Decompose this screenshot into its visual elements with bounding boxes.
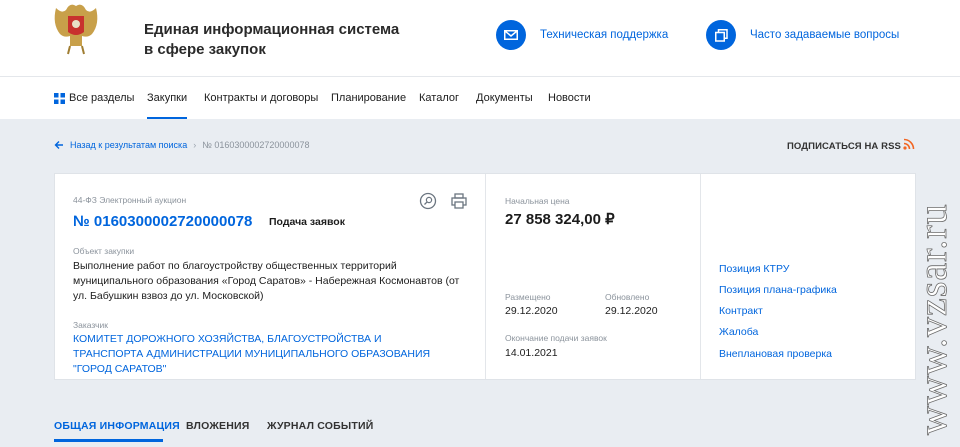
support-link[interactable]: Техническая поддержка xyxy=(496,20,668,50)
site-title[interactable]: Единая информационная система в сфере за… xyxy=(144,20,399,60)
site-watermark: www.vzsar.ru xyxy=(910,203,955,435)
main-nav: Все разделы Закупки Контракты и договоры… xyxy=(0,76,960,119)
rss-subscribe-link[interactable]: ПОДПИСАТЬСЯ НА RSS xyxy=(787,141,901,152)
price-label: Начальная цена xyxy=(505,196,570,206)
nav-item-contracts[interactable]: Контракты и договоры xyxy=(204,77,318,119)
printer-icon[interactable] xyxy=(450,192,468,210)
faq-link[interactable]: Часто задаваемые вопросы xyxy=(706,20,899,50)
ktru-position-link[interactable]: Позиция КТРУ xyxy=(719,263,789,275)
breadcrumb: Назад к результатам поиска › № 016030000… xyxy=(54,140,309,150)
posted-date: 29.12.2020 xyxy=(505,305,558,317)
tab-event-log[interactable]: ЖУРНАЛ СОБЫТИЙ xyxy=(267,420,374,432)
nav-item-purchases[interactable]: Закупки xyxy=(147,77,188,119)
support-label: Техническая поддержка xyxy=(540,29,669,41)
copy-icon xyxy=(706,20,736,50)
coat-of-arms-icon[interactable] xyxy=(50,0,102,56)
customer-label: Заказчик xyxy=(73,320,108,330)
site-title-line2: в сфере закупок xyxy=(144,41,266,58)
complaint-link[interactable]: Жалоба xyxy=(719,326,758,338)
price-value: 27 858 324,00 ₽ xyxy=(505,211,615,228)
status-badge: Подача заявок xyxy=(269,216,345,228)
object-label: Объект закупки xyxy=(73,246,135,256)
grid-icon xyxy=(54,92,65,104)
object-value: Выполнение работ по благоустройству обще… xyxy=(73,260,460,302)
back-to-results-link[interactable]: Назад к результатам поиска xyxy=(70,140,187,150)
mail-icon xyxy=(496,20,526,50)
deadline-date: 14.01.2021 xyxy=(505,347,558,359)
customer-link[interactable]: КОМИТЕТ ДОРОЖНОГО ХОЗЯЙСТВА, БЛАГОУСТРОЙ… xyxy=(73,332,453,377)
search-plus-icon[interactable] xyxy=(419,192,437,210)
plan-schedule-link[interactable]: Позиция плана-графика xyxy=(719,284,837,296)
arrow-left-icon[interactable] xyxy=(54,140,64,150)
nav-item-catalog[interactable]: Каталог xyxy=(419,77,459,119)
nav-item-planning[interactable]: Планирование xyxy=(331,77,406,119)
unscheduled-inspection-link[interactable]: Внеплановая проверка xyxy=(719,348,832,360)
updated-date: 29.12.2020 xyxy=(605,305,658,317)
updated-label: Обновлено xyxy=(605,292,650,302)
card-divider xyxy=(700,174,701,379)
nav-item-news[interactable]: Новости xyxy=(548,77,591,119)
posted-label: Размещено xyxy=(505,292,551,302)
contract-link[interactable]: Контракт xyxy=(719,305,763,317)
nav-item-documents[interactable]: Документы xyxy=(476,77,533,119)
nav-item-all-sections[interactable]: Все разделы xyxy=(54,77,134,119)
law-type: 44-ФЗ Электронный аукцион xyxy=(73,195,187,205)
faq-label: Часто задаваемые вопросы xyxy=(750,29,900,41)
site-header: Единая информационная система в сфере за… xyxy=(0,0,960,76)
deadline-label: Окончание подачи заявок xyxy=(505,333,607,343)
site-title-line1: Единая информационная система xyxy=(144,21,400,38)
breadcrumb-separator: › xyxy=(193,140,197,150)
tab-attachments[interactable]: ВЛОЖЕНИЯ xyxy=(186,420,250,432)
tab-general-info[interactable]: ОБЩАЯ ИНФОРМАЦИЯ xyxy=(54,420,180,432)
purchase-number-link[interactable]: № 0160300002720000078 xyxy=(73,213,252,230)
watermark-text: www.vzsar.ru xyxy=(910,203,955,435)
active-tab-indicator xyxy=(54,439,163,442)
nav-label: Все разделы xyxy=(69,92,135,104)
card-divider xyxy=(485,174,486,379)
breadcrumb-current: № 0160300002720000078 xyxy=(202,140,310,150)
purchase-card: 44-ФЗ Электронный аукцион № 016030000272… xyxy=(54,173,916,380)
